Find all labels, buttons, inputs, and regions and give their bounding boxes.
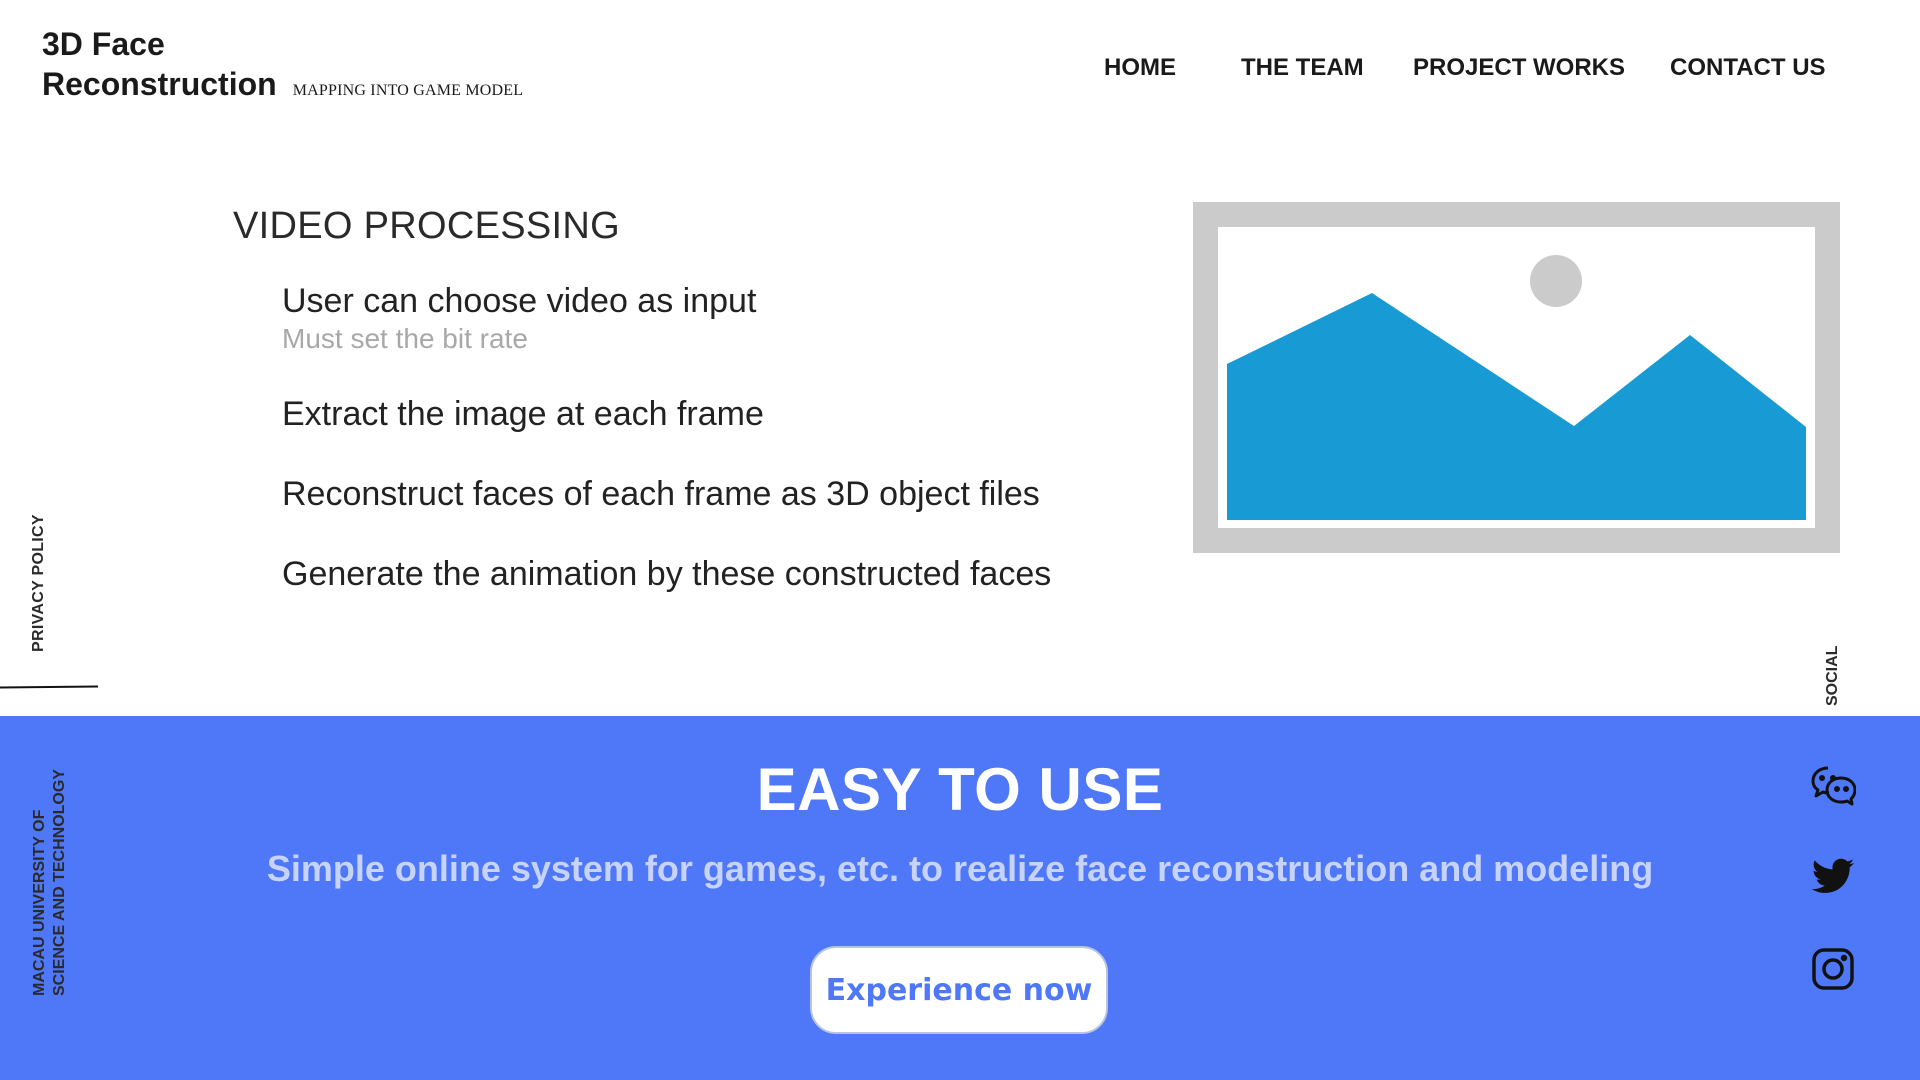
brand-title-line1: 3D Face (42, 26, 165, 62)
nav-home[interactable]: HOME (1104, 52, 1176, 84)
feature-item: Generate the animation by these construc… (282, 555, 1052, 593)
social-label: SOCIAL (1824, 645, 1841, 706)
feature-item: Extract the image at each frame (282, 395, 764, 433)
brand[interactable]: 3D Face Reconstruction MAPPING INTO GAME … (42, 24, 523, 104)
privacy-policy-link[interactable]: PRIVACY POLICY (30, 514, 48, 652)
instagram-icon[interactable] (1810, 946, 1856, 992)
experience-now-button[interactable]: Experience now (810, 946, 1108, 1034)
feature-item: User can choose video as input (282, 282, 757, 320)
section-title: VIDEO PROCESSING (233, 205, 620, 247)
hero-title: EASY TO USE (756, 756, 1164, 823)
nav-contact-us[interactable]: CONTACT US (1670, 52, 1826, 84)
feature-note: Must set the bit rate (282, 323, 528, 354)
wechat-icon[interactable] (1810, 762, 1857, 808)
divider (0, 685, 99, 689)
hero-subtitle: Simple online system for games, etc. to … (266, 848, 1654, 889)
nav-the-team[interactable]: THE TEAM (1241, 52, 1364, 84)
nav-project-works[interactable]: PROJECT WORKS (1413, 52, 1625, 84)
twitter-icon[interactable] (1810, 854, 1856, 900)
brand-title-line2: Reconstruction (42, 66, 277, 102)
image-placeholder-icon (1193, 202, 1840, 553)
brand-tagline: MAPPING INTO GAME MODEL (292, 82, 524, 99)
feature-item: Reconstruct faces of each frame as 3D ob… (282, 475, 1040, 513)
